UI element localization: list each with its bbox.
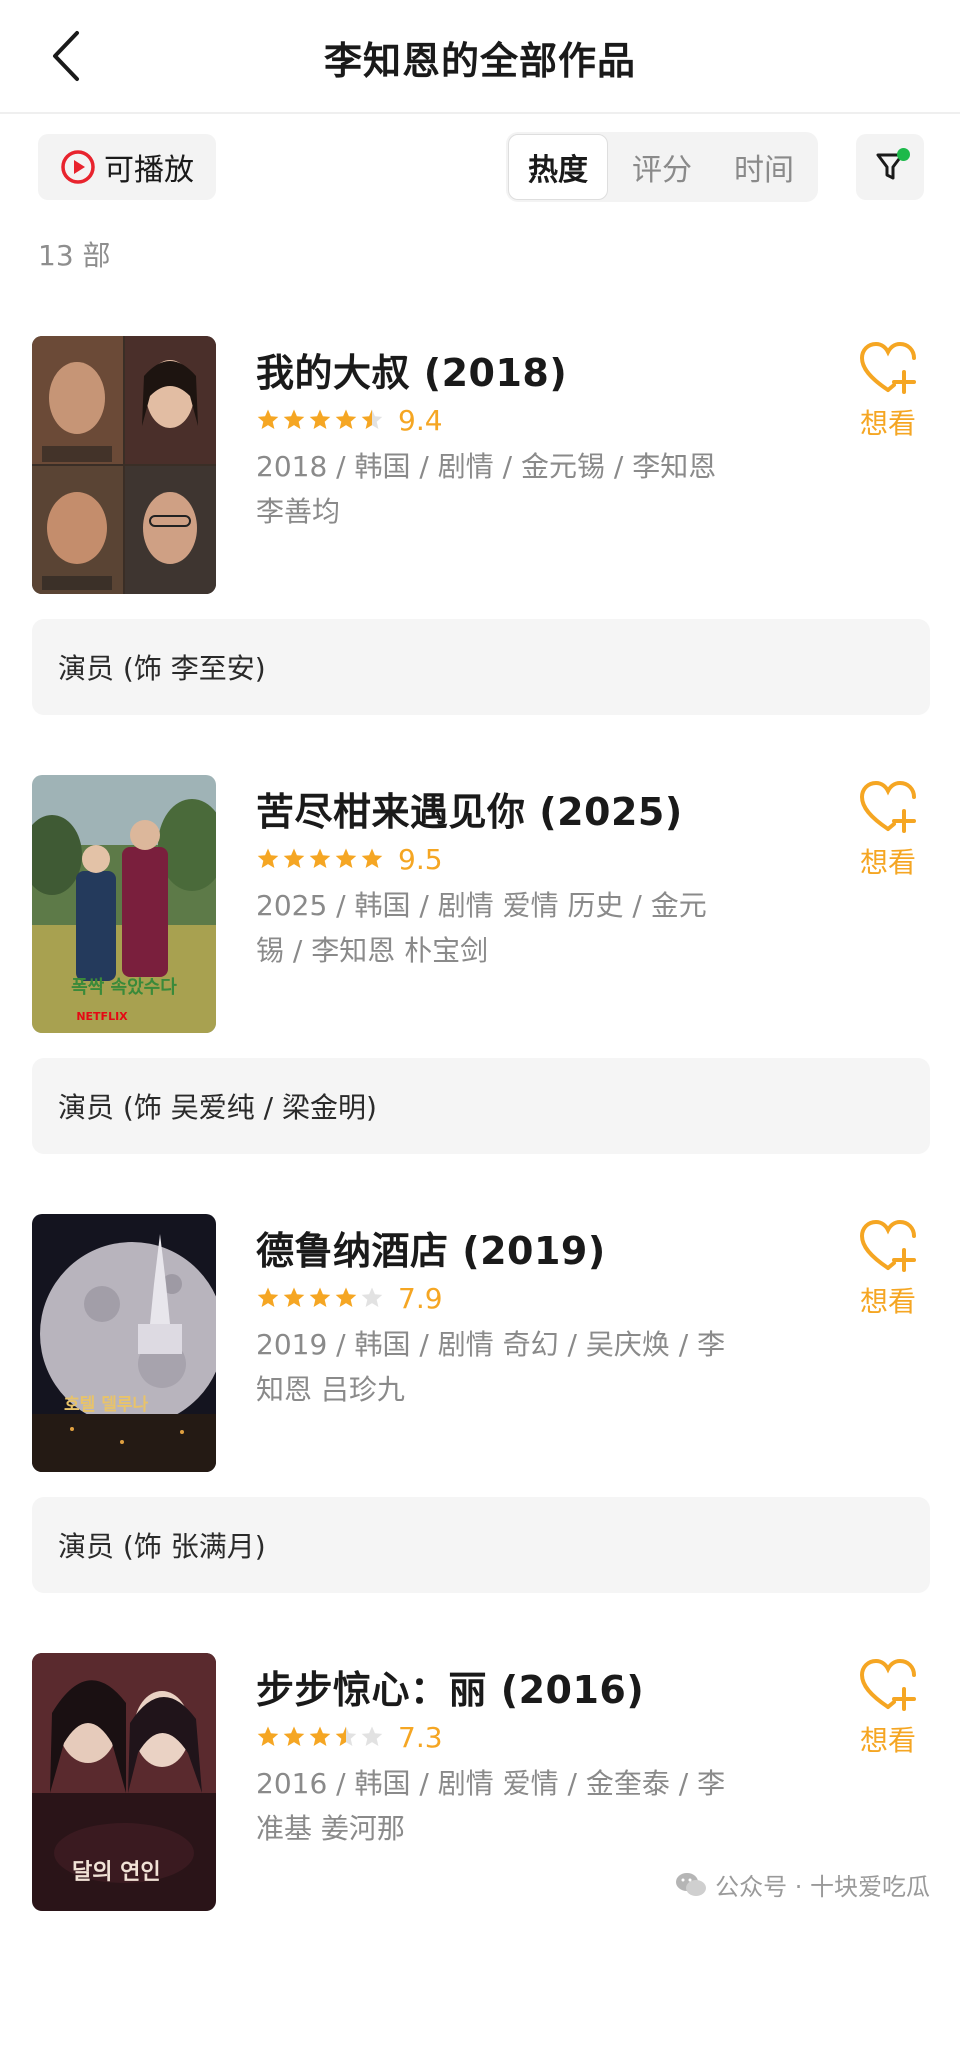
- header-bar: 李知恩的全部作品: [0, 0, 960, 114]
- want-to-watch-button[interactable]: 想看: [846, 775, 930, 895]
- star-full-icon: [335, 848, 357, 868]
- wechat-icon: [676, 1872, 707, 1896]
- filter-active-dot: [897, 148, 910, 161]
- sort-segmented-control: 热度 评分 时间: [506, 132, 818, 202]
- star-full-icon: [283, 848, 305, 868]
- works-count: 13 部: [38, 239, 111, 272]
- star-empty-icon: [361, 1726, 383, 1746]
- want-to-watch-button[interactable]: 想看: [846, 336, 930, 456]
- watermark-text: 公众号 · 十块爱吃瓜: [715, 1873, 930, 1901]
- star-full-icon: [283, 1726, 305, 1746]
- filter-button[interactable]: [856, 134, 924, 200]
- movie-meta-line: 知恩 吕珍九: [256, 1373, 405, 1406]
- heart-plus-icon: [859, 1658, 916, 1711]
- rating-row: 9.4: [256, 400, 443, 440]
- star-rating: [256, 1725, 384, 1749]
- heart-plus-icon: [859, 780, 916, 833]
- movie-title[interactable]: 我的大叔 (2018): [256, 342, 567, 397]
- star-full-icon: [257, 848, 279, 868]
- role-info[interactable]: 演员 (饰 张满月): [32, 1497, 930, 1593]
- want-to-watch-label: 想看: [859, 1285, 916, 1318]
- movie-meta-line: 2019 / 韩国 / 剧情 奇幻 / 吴庆焕 / 李: [256, 1328, 726, 1361]
- sort-tab-rating[interactable]: 评分: [612, 134, 712, 200]
- heart-plus-icon: [859, 341, 916, 394]
- movie-poster[interactable]: 달의 연인: [32, 1653, 216, 1911]
- movie-card: 我的大叔 (2018) 9.4 2018 / 韩国 / 剧情 / 金元锡 / 李…: [0, 336, 960, 736]
- poster-title-text: 달의 연인: [72, 1859, 161, 1885]
- movie-title[interactable]: 步步惊心：丽 (2016): [256, 1659, 644, 1714]
- watermark: 公众号 · 十块爱吃瓜: [675, 1867, 930, 1902]
- rating-score: 7.3: [398, 1720, 443, 1754]
- star-full-icon: [335, 409, 357, 429]
- want-to-watch-button[interactable]: 想看: [846, 1214, 930, 1334]
- rating-row: 9.5: [256, 839, 443, 879]
- star-full-icon: [257, 409, 279, 429]
- star-full-icon: [257, 1726, 279, 1746]
- movie-meta-line: 2018 / 韩国 / 剧情 / 金元锡 / 李知恩: [256, 450, 717, 483]
- movie-meta-line: 锡 / 李知恩 朴宝剑: [256, 934, 489, 967]
- page-title: 李知恩的全部作品: [323, 39, 636, 83]
- star-full-icon: [309, 1726, 331, 1746]
- movie-card: 호텔 델루나 德鲁纳酒店 (2019) 7.9 2019 / 韩国 / 剧情 奇…: [0, 1214, 960, 1614]
- movie-meta: 2016 / 韩国 / 剧情 爱情 / 金奎泰 / 李 准基 姜河那: [256, 1761, 776, 1851]
- star-full-icon: [335, 1287, 357, 1307]
- movie-card: 폭싹 속았수다 NETFLIX 苦尽柑来遇见你 (2025) 9.5 2025 …: [0, 775, 960, 1175]
- star-rating: [256, 847, 384, 871]
- star-half-icon: [361, 409, 383, 429]
- movie-meta-line: 2016 / 韩国 / 剧情 爱情 / 金奎泰 / 李: [256, 1767, 726, 1800]
- movie-meta: 2025 / 韩国 / 剧情 爱情 历史 / 金元 锡 / 李知恩 朴宝剑: [256, 883, 776, 973]
- poster-title-text: 폭싹 속았수다: [71, 977, 177, 998]
- movie-meta-line: 李善均: [256, 495, 341, 528]
- play-circle-icon: [60, 149, 96, 185]
- movie-poster[interactable]: 폭싹 속았수다 NETFLIX: [32, 775, 216, 1033]
- sort-tab-time[interactable]: 时间: [714, 134, 814, 200]
- role-info[interactable]: 演员 (饰 李至安): [32, 619, 930, 715]
- movie-card: 달의 연인 步步惊心：丽 (2016) 7.3 2016 / 韩国 / 剧情 爱…: [0, 1653, 960, 2053]
- star-rating: [256, 408, 384, 432]
- playable-filter-label: 可播放: [104, 153, 194, 188]
- poster-title-text: 호텔 델루나: [64, 1394, 148, 1415]
- movie-title[interactable]: 德鲁纳酒店 (2019): [256, 1220, 606, 1275]
- playable-filter-button[interactable]: 可播放: [38, 134, 216, 200]
- rating-score: 9.5: [398, 842, 443, 876]
- movie-meta: 2018 / 韩国 / 剧情 / 金元锡 / 李知恩 李善均: [256, 444, 776, 534]
- star-rating: [256, 1286, 384, 1310]
- movie-meta: 2019 / 韩国 / 剧情 奇幻 / 吴庆焕 / 李 知恩 吕珍九: [256, 1322, 776, 1412]
- movie-poster[interactable]: [32, 336, 216, 594]
- role-info[interactable]: 演员 (饰 吴爱纯 / 梁金明): [32, 1058, 930, 1154]
- star-full-icon: [309, 409, 331, 429]
- star-full-icon: [283, 1287, 305, 1307]
- star-full-icon: [309, 848, 331, 868]
- star-full-icon: [257, 1287, 279, 1307]
- star-full-icon: [361, 848, 383, 868]
- netflix-logo-text: NETFLIX: [76, 1010, 128, 1023]
- movie-meta-line: 2025 / 韩国 / 剧情 爱情 历史 / 金元: [256, 889, 707, 922]
- want-to-watch-label: 想看: [859, 846, 916, 879]
- want-to-watch-button[interactable]: 想看: [846, 1653, 930, 1773]
- heart-plus-icon: [859, 1219, 916, 1272]
- star-full-icon: [309, 1287, 331, 1307]
- rating-row: 7.9: [256, 1278, 443, 1318]
- rating-score: 7.9: [398, 1281, 443, 1315]
- star-full-icon: [283, 409, 305, 429]
- want-to-watch-label: 想看: [859, 407, 916, 440]
- want-to-watch-label: 想看: [859, 1724, 916, 1757]
- movie-title[interactable]: 苦尽柑来遇见你 (2025): [256, 781, 683, 836]
- movie-meta-line: 准基 姜河那: [256, 1812, 405, 1845]
- sort-tab-popularity[interactable]: 热度: [508, 134, 608, 200]
- rating-row: 7.3: [256, 1717, 443, 1757]
- movie-poster[interactable]: 호텔 델루나: [32, 1214, 216, 1472]
- rating-score: 9.4: [398, 403, 443, 437]
- star-empty-icon: [361, 1287, 383, 1307]
- star-half-icon: [335, 1726, 357, 1746]
